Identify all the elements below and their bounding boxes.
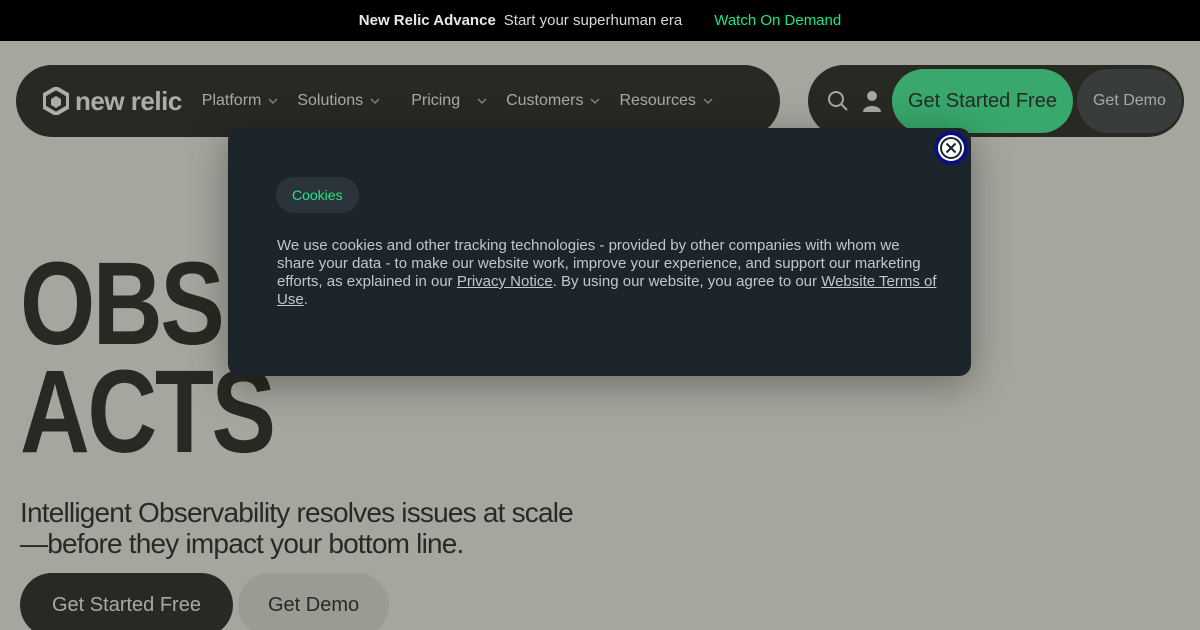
cookies-badge: Cookies — [276, 177, 359, 213]
close-button-inner — [938, 135, 964, 161]
announcement-brand: New Relic Advance — [358, 12, 496, 29]
privacy-notice-link[interactable]: Privacy Notice — [457, 273, 553, 290]
cookie-notice-text: We use cookies and other tracking techno… — [277, 237, 937, 309]
close-icon — [940, 137, 962, 159]
announcement-bar: New Relic Advance Start your superhuman … — [0, 0, 1200, 41]
cookie-text-part2: . By using our website, you agree to our — [552, 273, 822, 290]
watch-on-demand-link[interactable]: Watch On Demand — [714, 12, 841, 29]
cookie-text-part3: . — [303, 291, 308, 308]
announcement-tagline: Start your superhuman era — [503, 12, 683, 29]
cookie-dialog: Cookies We use cookies and other trackin… — [228, 128, 971, 376]
close-dialog-button[interactable] — [934, 131, 968, 165]
